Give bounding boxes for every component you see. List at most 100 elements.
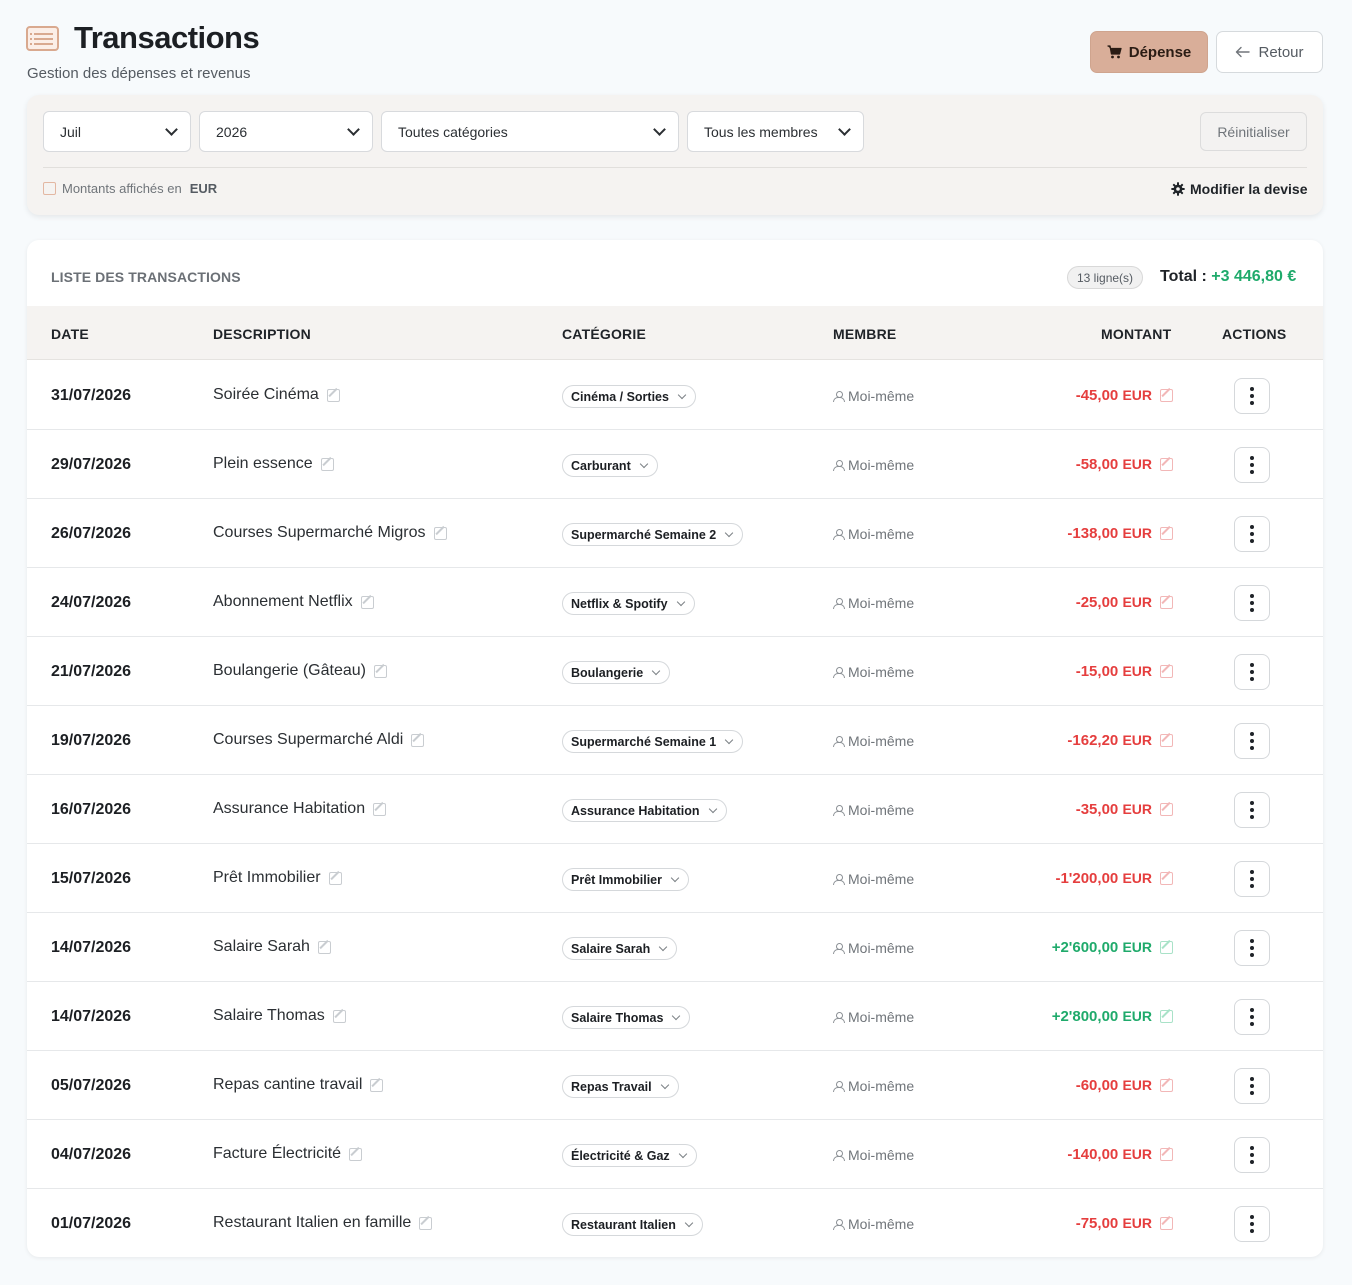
row-actions-button[interactable] [1234,585,1270,621]
row-actions-button[interactable] [1234,1206,1270,1242]
category-dropdown[interactable]: Salaire Sarah [562,937,678,960]
row-actions-button[interactable] [1234,378,1270,414]
transaction-description[interactable]: Facture Électricité [213,1145,363,1163]
row-actions-button[interactable] [1234,930,1270,966]
year-select[interactable]: 2026 [199,111,373,152]
add-expense-button[interactable]: Dépense [1090,31,1208,73]
edit-icon[interactable] [328,871,342,885]
category-dropdown[interactable]: Électricité & Gaz [562,1144,697,1167]
transaction-amount[interactable]: -45,00 EUR [1076,387,1173,404]
edit-icon[interactable] [1160,1010,1173,1023]
row-actions-button[interactable] [1234,516,1270,552]
member-select[interactable]: Tous les membres [687,111,864,152]
transaction-amount[interactable]: -25,00 EUR [1076,594,1173,611]
transaction-amount[interactable]: -60,00 EUR [1076,1077,1173,1094]
edit-icon[interactable] [1160,458,1173,471]
category-dropdown[interactable]: Repas Travail [562,1075,679,1098]
transaction-amount[interactable]: -75,00 EUR [1076,1215,1173,1232]
transaction-amount[interactable]: -15,00 EUR [1076,663,1173,680]
edit-icon[interactable] [373,802,387,816]
transaction-description[interactable]: Restaurant Italien en famille [213,1214,433,1232]
row-actions-button[interactable] [1234,861,1270,897]
column-header-category[interactable]: CATÉGORIE [562,326,646,342]
row-actions-button[interactable] [1234,792,1270,828]
transaction-description[interactable]: Courses Supermarché Migros [213,524,447,542]
row-actions-button[interactable] [1234,654,1270,690]
edit-icon[interactable] [1160,941,1173,954]
transaction-description[interactable]: Courses Supermarché Aldi [213,731,425,749]
edit-icon[interactable] [360,595,374,609]
column-header-amount[interactable]: MONTANT [1101,326,1171,342]
transaction-description[interactable]: Plein essence [213,455,334,473]
edit-icon[interactable] [1160,596,1173,609]
edit-icon[interactable] [419,1216,433,1230]
edit-icon[interactable] [1160,803,1173,816]
member-select-value: Tous les membres [704,123,818,140]
row-actions-button[interactable] [1234,723,1270,759]
category-dropdown[interactable]: Assurance Habitation [562,799,727,822]
month-select[interactable]: Juil [43,111,191,152]
edit-icon[interactable] [320,457,334,471]
category-dropdown[interactable]: Netflix & Spotify [562,592,695,615]
category-dropdown[interactable]: Cinéma / Sorties [562,385,696,408]
category-dropdown[interactable]: Supermarché Semaine 1 [562,730,744,753]
category-dropdown[interactable]: Boulangerie [562,661,671,684]
user-icon [833,528,845,540]
edit-icon[interactable] [1160,872,1173,885]
amount-value: -138,00 EUR [1067,525,1152,542]
edit-icon[interactable] [1160,1217,1173,1230]
transaction-amount[interactable]: -58,00 EUR [1076,456,1173,473]
transaction-description[interactable]: Prêt Immobilier [213,869,342,887]
edit-icon[interactable] [326,388,340,402]
transaction-description[interactable]: Salaire Thomas [213,1007,346,1025]
category-dropdown[interactable]: Supermarché Semaine 2 [562,523,744,546]
table-row: 19/07/2026 Courses Supermarché Aldi Supe… [27,706,1323,775]
chevron-down-icon [838,123,851,136]
transaction-amount[interactable]: +2'800,00 EUR [1052,1008,1173,1025]
transaction-amount[interactable]: -138,00 EUR [1067,525,1173,542]
transaction-amount[interactable]: -140,00 EUR [1067,1146,1173,1163]
back-button[interactable]: Retour [1216,31,1323,73]
transaction-amount[interactable]: -1'200,00 EUR [1055,870,1173,887]
column-header-member[interactable]: MEMBRE [833,326,896,342]
category-dropdown[interactable]: Restaurant Italien [562,1213,703,1236]
row-actions-button[interactable] [1234,1068,1270,1104]
transaction-description[interactable]: Soirée Cinéma [213,386,340,404]
row-actions-button[interactable] [1234,1137,1270,1173]
category-dropdown[interactable]: Carburant [562,454,658,477]
transaction-amount[interactable]: +2'600,00 EUR [1052,939,1173,956]
chevron-down-icon [653,123,666,136]
edit-icon[interactable] [349,1147,363,1161]
edit-icon[interactable] [317,940,331,954]
edit-icon[interactable] [1160,1079,1173,1092]
edit-icon[interactable] [1160,1148,1173,1161]
transaction-description[interactable]: Assurance Habitation [213,800,387,818]
edit-icon[interactable] [411,733,425,747]
transaction-description[interactable]: Abonnement Netflix [213,593,374,611]
category-select[interactable]: Toutes catégories [381,111,679,152]
edit-icon[interactable] [1160,734,1173,747]
transaction-description[interactable]: Repas cantine travail [213,1076,384,1094]
column-header-description[interactable]: DESCRIPTION [213,326,311,342]
transaction-date: 19/07/2026 [51,732,132,749]
transaction-description[interactable]: Salaire Sarah [213,938,331,956]
transaction-date: 04/07/2026 [51,1146,132,1163]
user-icon [833,804,845,816]
reset-filters-button[interactable]: Réinitialiser [1200,112,1307,151]
edit-icon[interactable] [433,526,447,540]
edit-icon[interactable] [1160,665,1173,678]
category-dropdown[interactable]: Salaire Thomas [562,1006,691,1029]
change-currency-link[interactable]: Modifier la devise [1171,181,1307,197]
edit-icon[interactable] [332,1009,346,1023]
row-actions-button[interactable] [1234,447,1270,483]
row-actions-button[interactable] [1234,999,1270,1035]
column-header-date[interactable]: DATE [51,326,89,342]
transaction-amount[interactable]: -35,00 EUR [1076,801,1173,818]
edit-icon[interactable] [1160,389,1173,402]
transaction-amount[interactable]: -162,20 EUR [1067,732,1173,749]
edit-icon[interactable] [1160,527,1173,540]
transaction-description[interactable]: Boulangerie (Gâteau) [213,662,387,680]
edit-icon[interactable] [370,1078,384,1092]
edit-icon[interactable] [373,664,387,678]
category-dropdown[interactable]: Prêt Immobilier [562,868,689,891]
